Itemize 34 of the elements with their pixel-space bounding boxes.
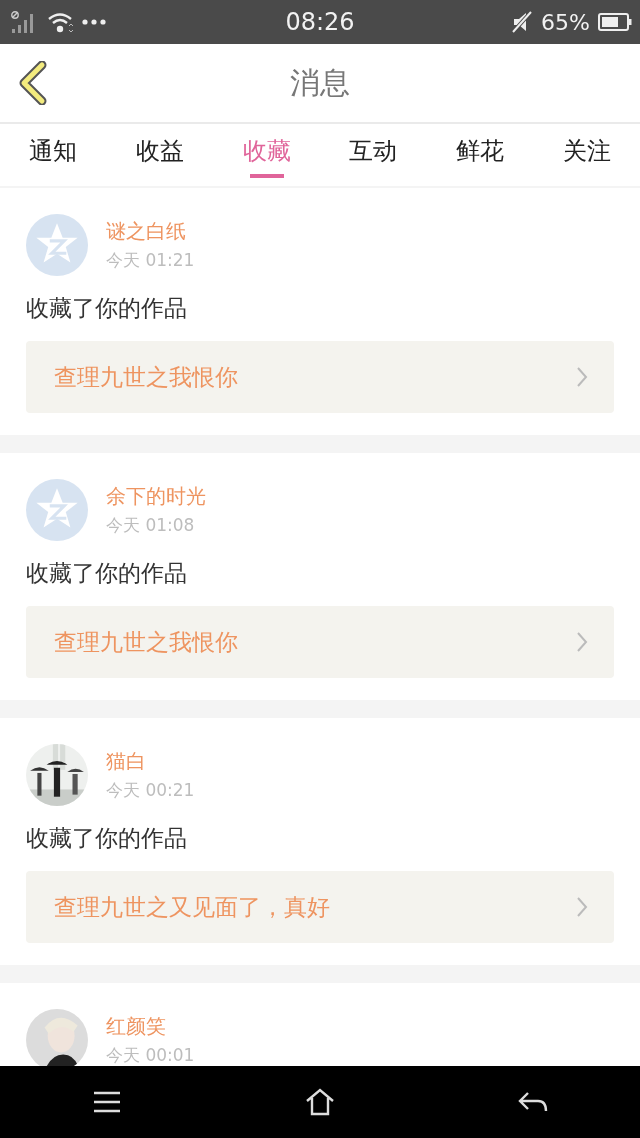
message-text: 收藏了你的作品 [26, 824, 188, 853]
page-title: 消息 [290, 63, 350, 102]
message-text: 收藏了你的作品 [26, 294, 188, 323]
mute-icon [511, 11, 534, 33]
back-icon [18, 61, 48, 105]
tab[interactable]: 鲜花 [426, 124, 534, 182]
message-time: 今天 00:21 [106, 779, 195, 802]
wifi-icon [48, 11, 74, 33]
work-link[interactable]: 查理九世之又见面了，真好 [26, 871, 614, 943]
user-name[interactable]: 猫白 [106, 748, 195, 775]
clock: 08:26 [285, 8, 355, 36]
back-arrow-icon[interactable] [518, 1091, 549, 1113]
battery-icon [598, 13, 632, 31]
tab[interactable]: 关注 [533, 124, 640, 182]
user-name[interactable]: 红颜笑 [106, 1013, 195, 1040]
user-name[interactable]: 谜之白纸 [106, 218, 195, 245]
home-icon[interactable] [305, 1088, 335, 1116]
message-text: 收藏了你的作品 [26, 559, 188, 588]
menu-icon[interactable] [91, 1091, 122, 1113]
chevron-icon [576, 631, 588, 653]
tab[interactable]: 收益 [106, 124, 214, 182]
message-time: 今天 00:01 [106, 1044, 195, 1066]
work-link[interactable]: 查理九世之我恨你 [26, 341, 614, 413]
chevron-icon [576, 366, 588, 388]
work-link[interactable]: 查理九世之我恨你 [26, 606, 614, 678]
message-time: 今天 01:08 [106, 514, 196, 537]
back-button[interactable] [18, 61, 48, 105]
battery-percent: 65% [541, 9, 590, 35]
user-name[interactable]: 余下的时光 [106, 483, 206, 510]
message-time: 今天 01:21 [106, 249, 195, 272]
more-icon [82, 19, 106, 25]
tab[interactable]: 互动 [320, 124, 427, 182]
tab[interactable]: 通知 [0, 124, 107, 182]
chevron-icon [576, 896, 588, 918]
